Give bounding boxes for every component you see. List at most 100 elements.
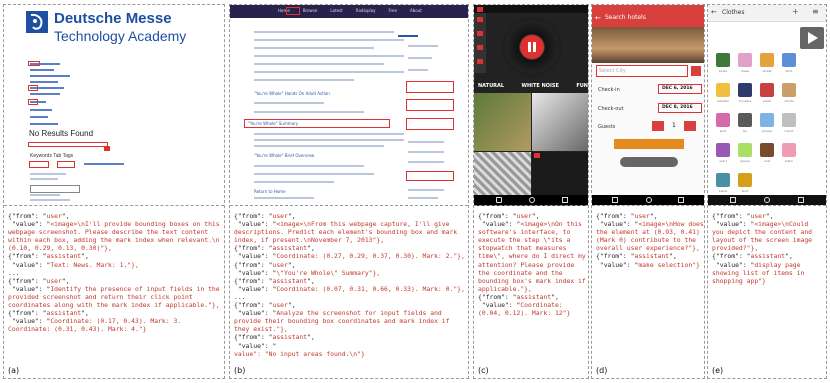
clothing-item-icon[interactable] — [738, 53, 752, 67]
clothing-item-icon[interactable] — [782, 113, 796, 127]
clothing-item-label: jumper — [761, 129, 773, 133]
toast-text: Please select location — [628, 168, 670, 173]
text-line — [254, 181, 334, 183]
guest-minus[interactable] — [652, 121, 664, 131]
panel-e: ← Clothes + ≡ boots dress jacket shirt sweat… — [707, 4, 827, 379]
text-line — [254, 71, 404, 73]
clothing-item-label: dress — [740, 69, 750, 73]
speaker: assistant — [272, 276, 308, 285]
back-arrow-icon[interactable]: ← — [595, 14, 601, 22]
section-title[interactable]: "You're Whole" Hands On Adult Action — [254, 91, 330, 96]
nav-link[interactable] — [30, 109, 52, 111]
clothing-item-icon[interactable] — [738, 83, 752, 97]
mode-tab[interactable]: WHITE NOISE — [521, 83, 558, 89]
clothing-item-icon[interactable] — [782, 53, 796, 67]
clothing-item-icon[interactable] — [760, 113, 774, 127]
sidebar-text — [408, 189, 444, 191]
clothing-item-label: bikini — [784, 159, 794, 163]
checkin-label: Check-in — [598, 87, 620, 93]
clothing-item-icon[interactable] — [760, 83, 774, 97]
nav-link[interactable] — [30, 93, 60, 95]
nav-item[interactable]: Radioplay — [356, 8, 376, 13]
summary-link[interactable]: "You're Whole" Summary — [248, 121, 298, 126]
home-icon[interactable] — [646, 197, 652, 203]
recents-icon[interactable] — [798, 197, 804, 203]
panel-c-screenshot: NATURAL WHITE NOISE FUN — [474, 5, 588, 206]
dialogue-c: {"from": "user", "value": "<image>\nOn t… — [478, 212, 586, 317]
back-icon[interactable] — [730, 197, 736, 203]
dialogue-value-line: "value": "<image>\nHow does — [596, 220, 704, 229]
sidebar-text — [408, 197, 438, 199]
clothing-item-icon[interactable] — [738, 173, 752, 187]
clothing-item-icon[interactable] — [738, 143, 752, 157]
pause-icon-bar — [533, 42, 536, 52]
mark-box — [28, 142, 108, 147]
text-line — [254, 145, 384, 147]
speaker: user — [750, 212, 766, 220]
panel-b-screenshot: Home Browse Latest Radioplay Free About "You'… — [230, 5, 468, 206]
clothing-item-icon[interactable] — [716, 113, 730, 127]
keyword-input[interactable] — [57, 161, 75, 168]
sidebar-text — [408, 45, 438, 47]
mode-tab[interactable]: NATURAL — [478, 83, 504, 89]
toast: Please select location — [620, 157, 678, 173]
location-icon[interactable] — [691, 66, 701, 76]
nav-item[interactable]: About — [410, 8, 422, 13]
message-continuation: value": "No input areas found.\n"} — [234, 349, 365, 358]
recents-icon[interactable] — [678, 197, 684, 203]
nav-link[interactable] — [30, 123, 58, 125]
clothing-item-icon[interactable] — [738, 113, 752, 127]
nav-link[interactable] — [30, 116, 48, 118]
dialogue-from-line: {"from": "assistant", — [596, 252, 677, 261]
clothing-item-label: tie — [743, 129, 747, 133]
message-continuation: showing list of items in — [712, 268, 805, 277]
pause-icon — [528, 42, 531, 52]
helper-text — [30, 173, 66, 175]
mode-tab[interactable]: FUN — [576, 83, 588, 89]
clothing-item-icon[interactable] — [760, 53, 774, 67]
text-line — [254, 165, 364, 167]
message-continuation: index, if present.\nNovember 7, 2013"}, — [234, 236, 385, 245]
speaker: assistant — [634, 252, 670, 261]
overview-title[interactable]: "You're Whole" Brief Overview — [254, 153, 314, 158]
filter-select[interactable] — [30, 185, 80, 193]
dialogue-from-line: {"from": "user", — [8, 276, 70, 285]
back-icon[interactable] — [496, 197, 502, 203]
recents-icon[interactable] — [562, 197, 568, 203]
message: Analyze the screenshot for input fields … — [276, 309, 442, 318]
sound-tile-dark[interactable] — [532, 152, 588, 195]
sound-tile-fan[interactable] — [474, 152, 531, 195]
sidebar-link[interactable] — [398, 35, 418, 37]
clothing-item-icon[interactable] — [716, 143, 730, 157]
clothing-item-icon[interactable] — [716, 83, 730, 97]
search-input[interactable] — [29, 161, 49, 168]
footer-link[interactable]: Return to Home — [254, 189, 286, 194]
search-button[interactable]: Search hotels — [614, 139, 684, 156]
panel-label: (e) — [712, 366, 724, 375]
clothing-item-icon[interactable] — [782, 143, 796, 157]
nav-item[interactable]: Free — [388, 8, 397, 13]
back-icon[interactable] — [612, 197, 618, 203]
home-icon[interactable] — [529, 197, 535, 203]
guest-plus[interactable] — [684, 121, 696, 131]
text-line — [254, 139, 404, 141]
clothing-item-icon[interactable] — [782, 83, 796, 97]
pause-button[interactable] — [520, 35, 544, 59]
dialogue-from-line: {"from": "user", — [234, 260, 296, 269]
clothing-item-icon[interactable] — [716, 53, 730, 67]
message-continuation: overall user experience?"}, — [596, 244, 700, 253]
text-line — [254, 31, 394, 33]
panel-e-screenshot: ← Clothes + ≡ boots dress jacket shirt sweat… — [708, 5, 826, 206]
nav-item[interactable]: Latest — [330, 8, 342, 13]
nav-item[interactable]: Browse — [303, 8, 318, 13]
sound-tile-natural[interactable] — [474, 93, 531, 151]
nav-link[interactable] — [30, 81, 58, 83]
mark-tag — [534, 153, 540, 158]
home-icon[interactable] — [764, 197, 770, 203]
nav-link[interactable] — [30, 75, 70, 77]
clothing-item-icon[interactable] — [760, 143, 774, 157]
clothing-item-icon[interactable] — [716, 173, 730, 187]
sound-tile-piano[interactable] — [532, 93, 588, 151]
text-line — [254, 55, 404, 57]
nav-link[interactable] — [30, 69, 54, 71]
